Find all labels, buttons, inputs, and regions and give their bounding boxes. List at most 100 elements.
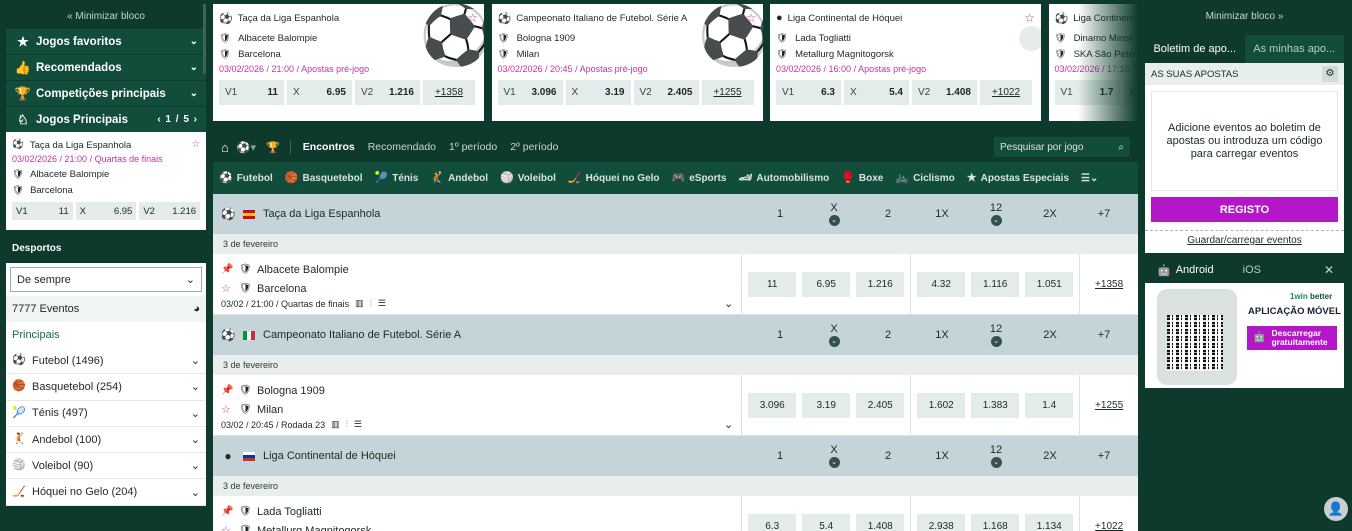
favorite-star-icon[interactable]: ☆ [191,140,200,150]
sport-filter-item[interactable]: 🎮 eSports [672,172,727,184]
odds-button[interactable]: 6.3 [748,513,797,531]
chevron-down-icon[interactable]: ⌄ [828,215,840,226]
favorite-star-icon[interactable]: ☆ [467,11,478,25]
odds-button[interactable]: 4.32 [917,271,966,297]
sport-item[interactable]: 🤾 Andebol (100) ⌄ [6,427,206,454]
odds-button[interactable]: 5.4 [802,513,851,531]
chart-icon[interactable]: ⫶ [346,419,348,430]
sport-filter-item[interactable]: 🏒 Hóquei no Gelo [568,172,660,184]
odds-button[interactable]: 3.19 [802,392,851,418]
sport-filter-item[interactable]: 🥊 Boxe [841,172,883,184]
odds-button[interactable]: 1.134 [1025,513,1074,531]
home-icon[interactable]: ⌂ [221,140,229,155]
more-markets-button[interactable]: +1255 [701,80,754,105]
tab-0[interactable]: Encontros [303,141,355,153]
search-input[interactable]: Pesquisar por jogo ⌕ [994,137,1130,157]
odds-button[interactable]: 6.95 [802,271,851,297]
sport-filter-item[interactable]: 🏐 Voleibol [500,172,556,184]
odds-button[interactable]: V2 1.408 [912,80,977,105]
more-markets-button[interactable]: +1358 [423,80,475,105]
sport-filter-item[interactable]: 🚲 Ciclismo [895,172,954,184]
favorite-star-icon[interactable]: ☆ [746,11,757,25]
sport-item[interactable]: 🏀 Basquetebol (254) ⌄ [6,374,206,401]
odds-button[interactable]: 1.051 [1025,271,1074,297]
odds-button[interactable]: 2.405 [856,392,905,418]
top-event-card[interactable]: ⚽ ⚽ Campeonato Italiano de Futebol. Série … [491,4,763,121]
sport-filter-icon[interactable]: ⚽▾ [237,141,256,154]
event-row[interactable]: 📌 🛡 Albacete Balompie ☆ 🛡 Barcelona 03/02 / 21… [213,254,1138,315]
mini-event-card[interactable]: ⚽ Taça da Liga Espanhola ☆ 03/02/2026 / 21… [6,132,206,230]
odds-button[interactable]: X 5.4 [844,80,909,105]
tab-3[interactable]: 2º período [510,141,558,153]
event-row[interactable]: 📌 🛡 Lada Togliatti ☆ 🛡 Metallurg Magnitogorsk… [213,496,1138,531]
event-row[interactable]: 📌 🛡 Bologna 1909 ☆ 🛡 Milan 03/02 / 20:45 / Rod… [213,375,1138,436]
league-header[interactable]: ⚽ Campeonato Italiano de Futebol. Série A… [213,315,1138,355]
odds-button[interactable]: 3.096 [748,392,797,418]
more-markets-button[interactable]: +1255 [1080,375,1138,435]
sport-filter-item[interactable]: 🏎 Automobilismo [738,172,829,184]
odds-button[interactable]: X 3.19 [565,80,631,105]
odds-button[interactable]: V2 1.216 [355,80,420,105]
sport-item[interactable]: 🎾 Ténis (497) ⌄ [6,401,206,427]
tab-bet-slip[interactable]: Boletim de apo... [1145,35,1245,63]
sport-item[interactable]: 🏐 Voleibol (90) ⌄ [6,453,206,480]
download-app-button[interactable]: 🤖 Descarregar gratuitamente [1247,326,1337,350]
sport-filter-item[interactable]: ⚽ Futebol [219,172,273,184]
chevron-down-icon[interactable]: ⌄ [990,457,1002,468]
pin-icon[interactable]: 📌 [221,506,239,517]
sport-item[interactable]: ⚽ Futebol (1496) ⌄ [6,348,206,375]
odds-button[interactable]: X 6.95 [75,202,137,220]
odds-button[interactable]: 1.408 [856,513,905,531]
pin-icon[interactable]: 📌 [221,385,239,396]
gear-icon[interactable]: ⚙ [1322,66,1338,82]
top-games-pager[interactable]: ‹ 1 / 5 › [157,114,198,125]
tab-1[interactable]: Recomendado [368,141,436,153]
tab-2[interactable]: 1º período [449,141,497,153]
chevron-down-icon[interactable]: ⌄ [828,457,840,468]
top-event-card[interactable]: ● ● Liga Continental de Hóquei ☆ 🛡 Lada Togli… [770,4,1041,121]
close-icon[interactable]: ✕ [1324,263,1334,277]
odds-button[interactable]: V1 11 [12,202,73,220]
odds-button[interactable]: 2.938 [917,513,966,531]
odds-button[interactable]: V2 1.216 [139,202,201,220]
odds-button[interactable]: X 6.95 [287,80,352,105]
chevron-down-icon[interactable]: ⌄ [990,215,1002,226]
chevron-down-icon[interactable]: ⌄ [724,418,733,431]
odds-button[interactable]: 1.602 [917,392,966,418]
support-chat-icon[interactable]: 👤 [1324,497,1348,521]
sidebar-item-jogos-favoritos[interactable]: ★ Jogos favoritos ⌄ [6,28,206,54]
odds-button[interactable]: 1.116 [971,271,1020,297]
odds-button[interactable]: 1.4 [1025,392,1074,418]
stats-icon[interactable]: ▥ [355,298,364,309]
odds-button[interactable]: 1.383 [971,392,1020,418]
favorite-star-icon[interactable]: ☆ [221,524,239,531]
sport-filter-item[interactable]: 🎾 Ténis [375,172,419,184]
list-icon[interactable]: ☰ [354,419,362,430]
trophy-icon[interactable]: 🏆 [266,141,280,154]
odds-button[interactable]: V2 2.405 [633,80,699,105]
save-load-link[interactable]: Guardar/carregar eventos [1145,230,1344,252]
sport-filter-item[interactable]: 🏀 Basquetebol [285,172,363,184]
top-games-header[interactable]: ♘ Jogos Principais ‹ 1 / 5 › [6,106,206,132]
sport-filter-item[interactable]: 🤾 Andebol [430,172,488,184]
odds-button[interactable]: 1.168 [971,513,1020,531]
more-markets-button[interactable]: +1358 [1080,254,1138,314]
stats-icon[interactable]: ▥ [331,419,340,430]
chevron-down-icon[interactable]: ⌄ [828,336,840,347]
chart-icon[interactable]: ⫶ [370,298,372,309]
odds-button[interactable]: 1.216 [856,271,905,297]
pin-icon[interactable]: 📌 [221,264,239,275]
chevron-down-icon[interactable]: ⌄ [990,336,1002,347]
tab-my-bets[interactable]: As minhas apo... [1245,35,1345,63]
favorite-star-icon[interactable]: ☆ [1024,11,1035,25]
sidebar-item-recomendados[interactable]: 👍 Recomendados ⌄ [6,54,206,80]
sport-item[interactable]: 🏒 Hóquei no Gelo (204) ⌄ [6,479,206,506]
tab-android[interactable]: 🤖 Android [1145,264,1226,277]
more-markets-button[interactable]: +1022 [980,80,1032,105]
favorite-star-icon[interactable]: ☆ [221,282,239,295]
league-header[interactable]: ⚽ Taça da Liga Espanhola 1 X ⌄ 2 1X 12 ⌄ 2X +7 [213,194,1138,234]
sidebar-item-competições-principais[interactable]: 🏆 Competições principais ⌄ [6,80,206,106]
menu-more-icon[interactable]: ☰⌄ [1081,173,1098,184]
favorite-star-icon[interactable]: ☆ [221,403,239,416]
minimize-right-button[interactable]: Minimizar bloco » [1145,4,1344,28]
